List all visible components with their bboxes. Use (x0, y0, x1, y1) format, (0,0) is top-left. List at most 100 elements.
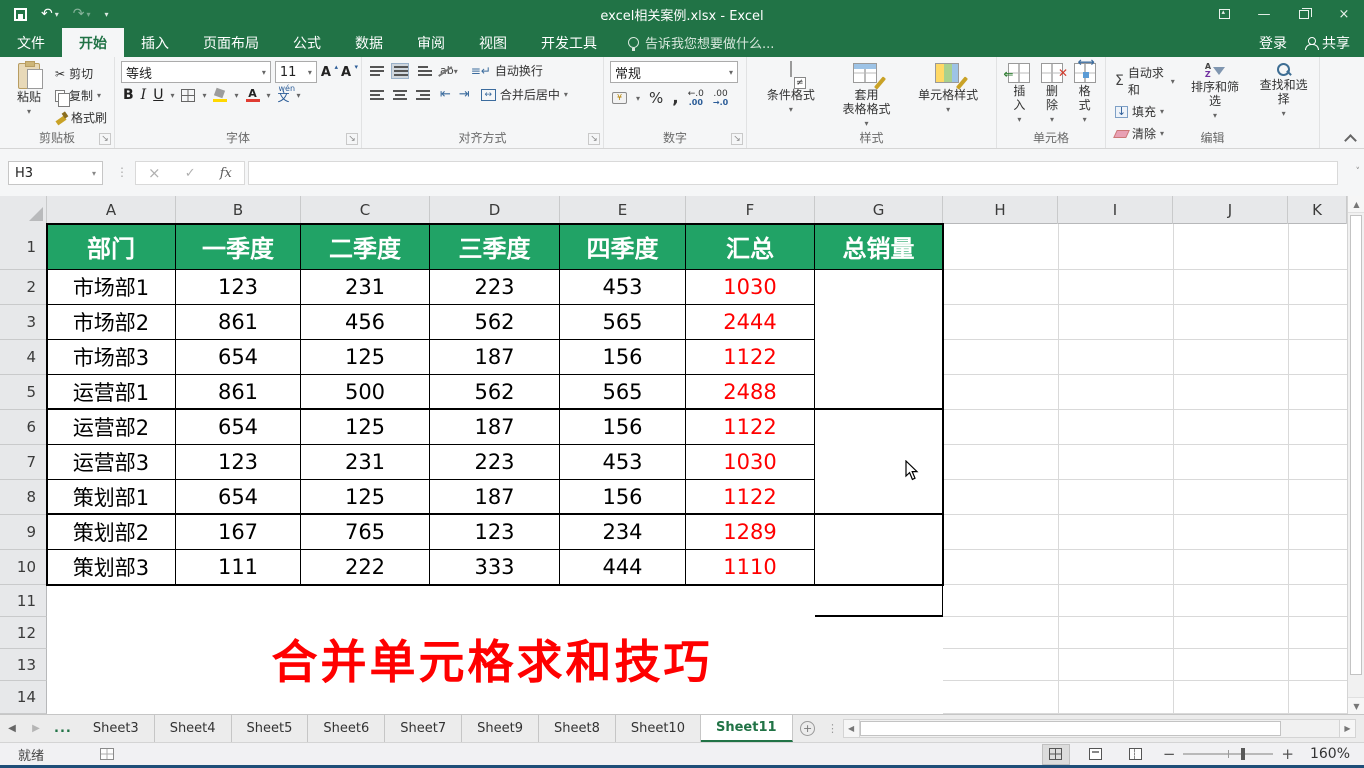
ribbon-tab-5[interactable]: 数据 (338, 28, 400, 57)
insert-function-icon[interactable]: fx (220, 166, 232, 181)
dept-cell[interactable]: 市场部1 (47, 270, 176, 305)
insert-cells-button[interactable]: ⇐ 插入 ▾ (1003, 61, 1036, 130)
accounting-format-icon[interactable] (612, 92, 627, 104)
customize-qat-button[interactable]: ▾ (105, 10, 109, 19)
decrease-decimal-button[interactable]: .00 →.0 (713, 89, 728, 107)
number-format-select[interactable]: 常规 ▾ (610, 61, 738, 83)
value-cell[interactable]: 562 (430, 375, 560, 410)
cancel-icon[interactable]: × (148, 164, 161, 182)
find-select-button[interactable]: 查找和选择 ▾ (1252, 61, 1315, 130)
zoom-percentage[interactable]: 160% (1308, 746, 1350, 762)
paste-button[interactable]: 粘贴 ▾ (6, 61, 52, 130)
merged-total-cell-0[interactable] (815, 305, 943, 410)
value-cell[interactable]: 222 (301, 550, 430, 585)
row-header-14[interactable]: 14 (0, 681, 47, 714)
total-cell[interactable]: 1030 (686, 445, 815, 480)
row-header-3[interactable]: 3 (0, 305, 47, 340)
increase-indent-button[interactable]: ⇥ (459, 87, 470, 102)
tell-me-box[interactable]: 告诉我您想要做什么... (614, 28, 788, 57)
value-cell[interactable]: 187 (430, 410, 560, 445)
total-cell[interactable]: 2444 (686, 305, 815, 340)
column-header-E[interactable]: E (560, 196, 686, 224)
restore-button[interactable] (1284, 0, 1324, 28)
align-bottom-button[interactable] (416, 64, 432, 78)
value-cell[interactable]: 223 (430, 445, 560, 480)
value-cell[interactable]: 156 (560, 340, 686, 375)
shrink-font-button[interactable]: A ▾ (341, 63, 358, 80)
sheet-tab-Sheet10[interactable]: Sheet10 (616, 715, 701, 742)
value-cell[interactable]: 654 (176, 480, 301, 515)
vertical-scroll-thumb[interactable] (1350, 215, 1362, 675)
dept-cell[interactable]: 策划部2 (47, 515, 176, 550)
sheet-overflow-indicator[interactable]: ... (48, 715, 78, 742)
cell-styles-button[interactable]: 单元格样式 ▾ (913, 61, 983, 130)
row-header-4[interactable]: 4 (0, 340, 47, 375)
enter-icon[interactable]: ✓ (185, 166, 196, 181)
font-dialog-launcher[interactable]: ↘ (346, 133, 358, 145)
row-header-2[interactable]: 2 (0, 270, 47, 305)
total-cell[interactable]: 1110 (686, 550, 815, 585)
value-cell[interactable]: 123 (176, 270, 301, 305)
number-dialog-launcher[interactable]: ↘ (731, 133, 743, 145)
row-header-8[interactable]: 8 (0, 480, 47, 515)
normal-view-button[interactable] (1041, 743, 1070, 765)
column-header-H[interactable]: H (943, 196, 1058, 224)
ribbon-tab-8[interactable]: 开发工具 (524, 28, 614, 57)
underline-button[interactable]: U (153, 87, 163, 103)
zoom-slider-handle[interactable] (1241, 748, 1246, 760)
font-size-select[interactable]: 11 ▾ (274, 61, 317, 83)
paste-dropdown-arrow[interactable]: ▾ (27, 107, 31, 116)
save-button[interactable] (14, 7, 27, 21)
clipboard-dialog-launcher[interactable]: ↘ (99, 133, 111, 145)
column-header-B[interactable]: B (176, 196, 301, 224)
merged-total-cell-2[interactable] (815, 515, 943, 617)
value-cell[interactable]: 654 (176, 340, 301, 375)
value-cell[interactable]: 167 (176, 515, 301, 550)
vertical-scrollbar[interactable]: ▲ ▼ (1347, 196, 1364, 714)
font-color-dropdown[interactable]: ▾ (267, 91, 271, 100)
value-cell[interactable]: 187 (430, 480, 560, 515)
dept-cell[interactable]: 市场部3 (47, 340, 176, 375)
select-all-corner[interactable] (0, 196, 47, 224)
percent-style-button[interactable]: % (649, 89, 663, 107)
align-top-button[interactable] (368, 64, 384, 78)
row-header-11[interactable]: 11 (0, 585, 47, 617)
orientation-button[interactable]: ab▾ (440, 64, 460, 77)
dept-cell[interactable]: 策划部3 (47, 550, 176, 585)
underline-dropdown[interactable]: ▾ (170, 91, 174, 100)
worksheet-grid[interactable]: ABCDEFGHIJK 1 2 3 4 5 6 7 8 9 10 11 12 13 14 部门 一季度 二季度… (0, 196, 1347, 714)
grow-font-button[interactable]: A ▴ (321, 63, 338, 80)
redo-button[interactable]: ↷ ▾ (73, 6, 91, 22)
value-cell[interactable]: 453 (560, 445, 686, 480)
close-button[interactable]: × (1324, 0, 1364, 28)
sign-in-button[interactable]: 登录 (1259, 33, 1287, 53)
total-cell[interactable]: 1122 (686, 340, 815, 375)
sheet-tab-Sheet11[interactable]: Sheet11 (700, 715, 793, 742)
total-cell[interactable]: 1289 (686, 515, 815, 550)
value-cell[interactable]: 125 (301, 410, 430, 445)
value-cell[interactable]: 565 (560, 305, 686, 340)
dept-cell[interactable]: 运营部3 (47, 445, 176, 480)
align-center-button[interactable] (392, 88, 408, 102)
value-cell[interactable]: 223 (430, 270, 560, 305)
value-cell[interactable]: 231 (301, 445, 430, 480)
formula-input[interactable] (248, 161, 1338, 185)
zoom-out-button[interactable]: − (1163, 745, 1176, 763)
sheet-tab-Sheet8[interactable]: Sheet8 (539, 715, 616, 742)
align-right-button[interactable] (416, 88, 432, 102)
collapse-ribbon-button[interactable] (1346, 134, 1354, 142)
macro-record-icon[interactable] (100, 748, 115, 760)
total-cell[interactable]: 1122 (686, 410, 815, 445)
value-cell[interactable]: 234 (560, 515, 686, 550)
bold-button[interactable]: B (123, 87, 134, 103)
page-layout-view-button[interactable] (1083, 745, 1109, 764)
ribbon-tab-3[interactable]: 页面布局 (186, 28, 276, 57)
value-cell[interactable]: 861 (176, 305, 301, 340)
sheet-tab-Sheet9[interactable]: Sheet9 (462, 715, 539, 742)
row-header-12[interactable]: 12 (0, 617, 47, 649)
sheet-tab-Sheet6[interactable]: Sheet6 (308, 715, 386, 742)
share-button[interactable]: 共享 (1305, 33, 1350, 53)
column-header-D[interactable]: D (430, 196, 560, 224)
horizontal-scrollbar[interactable]: ◀ ▶ (842, 719, 1356, 738)
sort-filter-button[interactable]: AZ 排序和筛选 ▾ (1184, 61, 1247, 130)
